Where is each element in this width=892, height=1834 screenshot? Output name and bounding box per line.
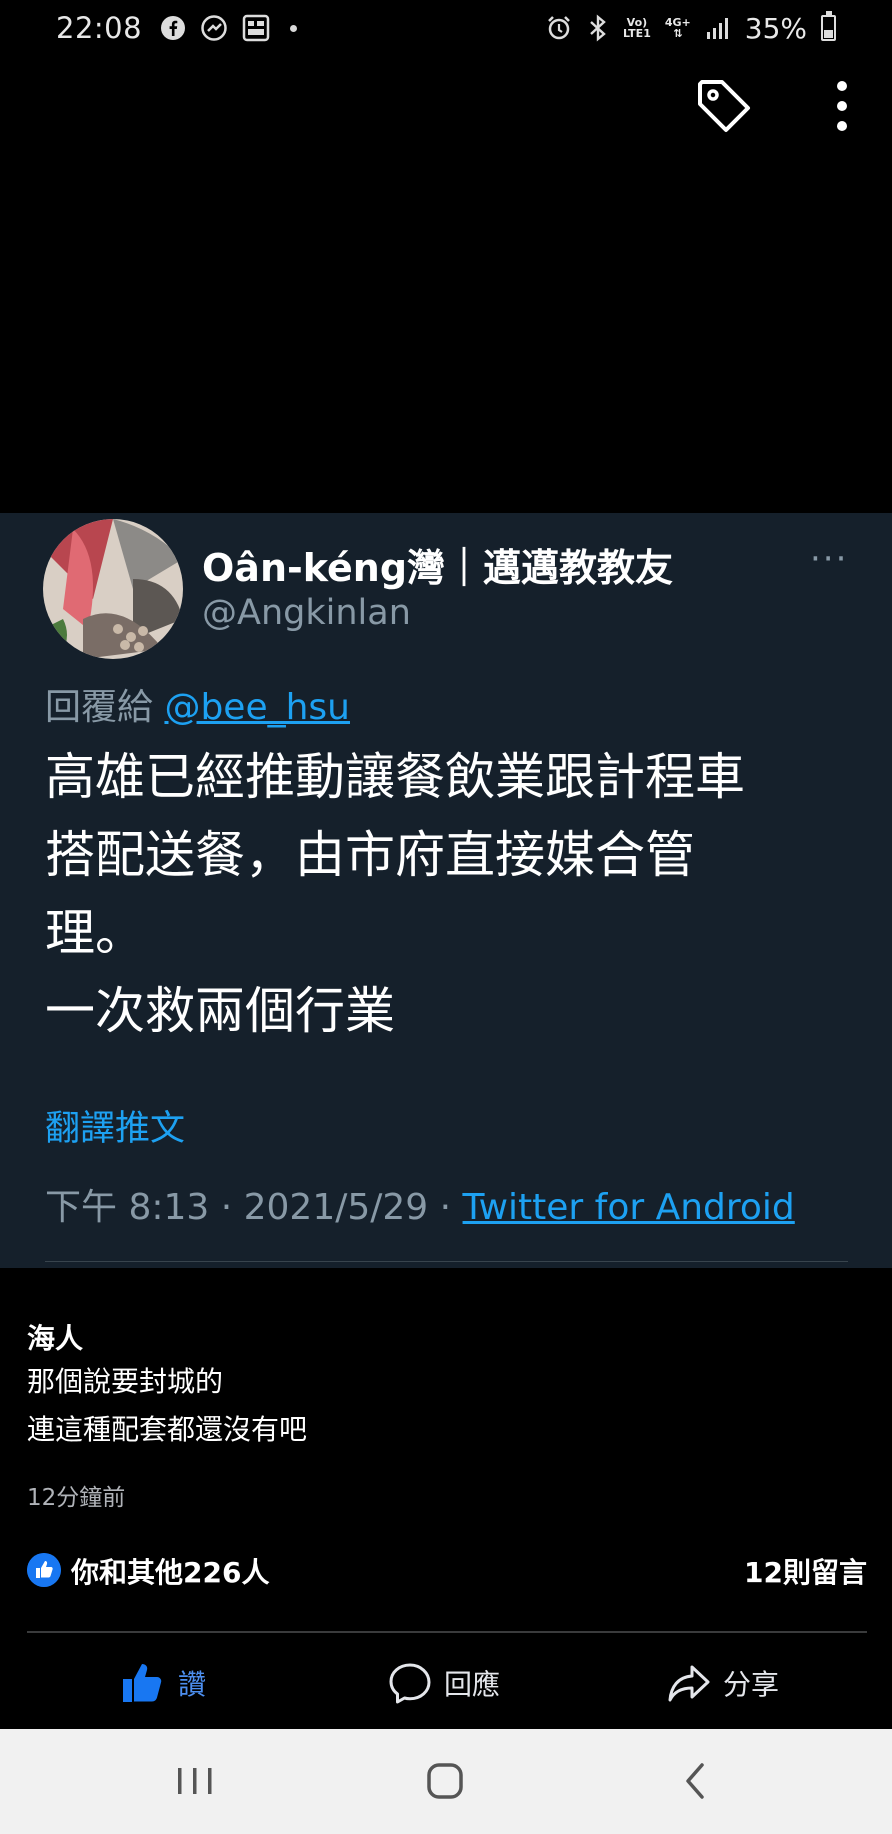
data-type-indicator: 4G+ ⇅ [664, 16, 691, 40]
status-time: 22:08 [56, 11, 143, 45]
like-label: 讚 [178, 1668, 207, 1701]
battery-icon [821, 11, 836, 41]
home-icon[interactable] [410, 1751, 480, 1811]
comment-label: 回應 [444, 1668, 501, 1701]
translate-tweet-link: 翻譯推文 [45, 1109, 186, 1149]
post-caption: 那個說要封城的 連這種配套都還沒有吧 [27, 1365, 308, 1446]
status-right: Vo) LTE1 4G+ ⇅ 35% [545, 11, 836, 45]
post-author[interactable]: 海人 [27, 1317, 83, 1357]
thumbs-up-icon [123, 1664, 162, 1702]
battery-percent: 35% [744, 11, 807, 45]
battery-fill [824, 30, 833, 38]
back-icon[interactable] [660, 1751, 730, 1811]
share-icon [668, 1665, 710, 1702]
share-button[interactable]: 分享 [667, 1655, 779, 1711]
like-reaction-icon [27, 1553, 61, 1587]
tweet-meta: 下午 8:13 · 2021/5/29 · Twitter for Androi… [45, 1178, 795, 1230]
tweet-divider [45, 1261, 848, 1262]
like-button[interactable]: 讚 [120, 1655, 206, 1711]
post-timestamp: 12分鐘前 [27, 1485, 126, 1511]
comment-icon [389, 1663, 431, 1704]
share-label: 分享 [723, 1668, 780, 1701]
data-arrows-icon: ⇅ [673, 27, 683, 40]
tag-icon[interactable] [692, 74, 756, 138]
status-bar: 22:08 Vo) LTE1 4G+ ⇅ 35% [0, 0, 892, 56]
facebook-icon [161, 16, 186, 40]
comment-button[interactable]: 回應 [388, 1655, 500, 1711]
reaction-count[interactable]: 你和其他226人 [71, 1551, 269, 1591]
alarm-icon [548, 16, 570, 40]
tweet-replying-to: 回覆給 @bee_hsu [45, 687, 350, 728]
recent-apps-icon[interactable] [160, 1751, 230, 1811]
bluetooth-icon [590, 14, 606, 42]
tweet-body: 高雄已經推動讓餐飲業跟計程車 搭配送餐，由市府直接媒合管 理。 一次救兩個行業 [45, 748, 745, 1040]
messenger-icon [201, 15, 227, 41]
reactions-row: 你和其他226人 12則留言 [27, 1551, 867, 1591]
tweet-more-icon: ··· [810, 539, 849, 579]
tweet-handle: @Angkinlan [202, 593, 411, 633]
comment-count[interactable]: 12則留言 [744, 1551, 867, 1591]
gallery-icon [242, 14, 270, 42]
system-nav-bar [0, 1729, 892, 1834]
tweet-source-link: Twitter for Android [462, 1187, 795, 1228]
signal-icon [706, 18, 728, 39]
photo-viewer-toolbar [592, 70, 892, 140]
status-left: 22:08 [56, 11, 298, 45]
avatar [43, 519, 183, 659]
action-divider [27, 1631, 867, 1633]
notification-dot [290, 24, 298, 32]
volte-indicator: Vo) LTE1 [622, 16, 651, 40]
tweet-screenshot[interactable]: Oân-kéng灣｜邁邁教教友 @Angkinlan ··· 回覆給 @bee_… [0, 513, 892, 1268]
tweet-display-name: Oân-kéng灣｜邁邁教教友 [202, 546, 674, 590]
more-options-icon[interactable] [820, 78, 864, 134]
replying-to-link: @bee_hsu [164, 687, 350, 728]
post-actions: 讚 回應 分享 [0, 1655, 892, 1711]
tweet-timestamp: 下午 8:13 · 2021/5/29 · [45, 1187, 463, 1228]
